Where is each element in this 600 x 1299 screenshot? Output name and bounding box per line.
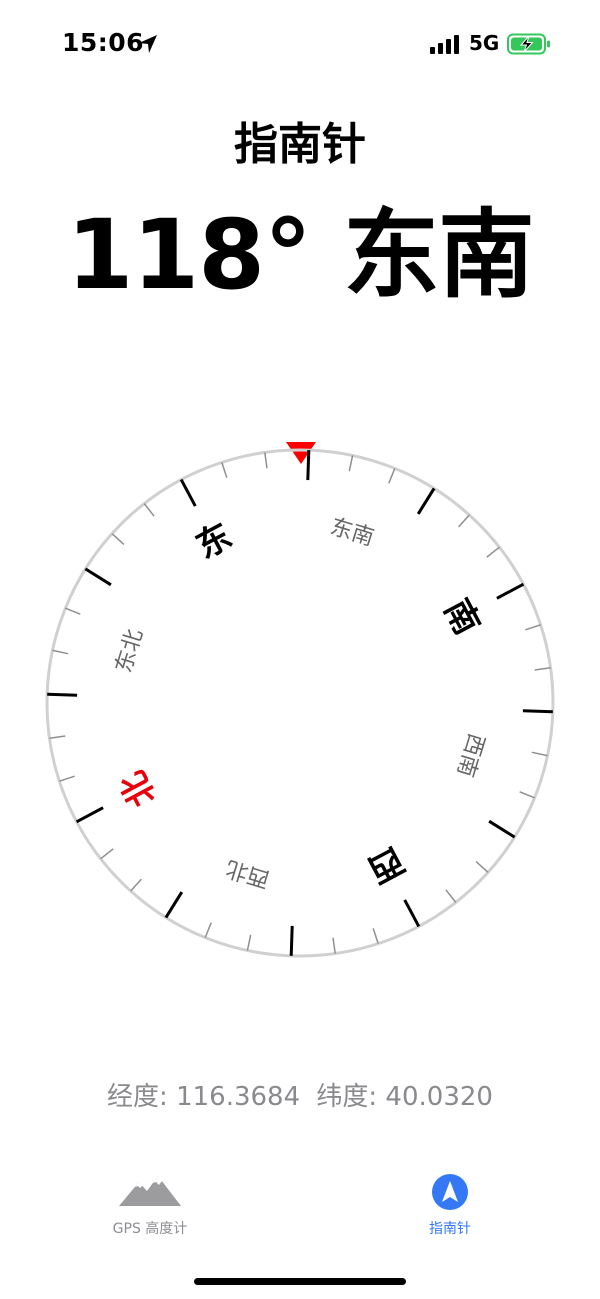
minor-tick <box>525 624 541 631</box>
tab-gps-altimeter[interactable]: GPS 高度计 <box>70 1170 230 1238</box>
latitude-readout: 纬度: 40.0320 <box>316 1082 493 1112</box>
minor-tick <box>519 791 535 799</box>
minor-tick <box>246 934 252 951</box>
minor-tick <box>388 468 396 484</box>
label-northeast: 东北 <box>111 626 148 675</box>
compass-ring <box>45 448 555 958</box>
major-tick <box>164 891 184 919</box>
coordinates-readout: 经度: 116.3684 纬度: 40.0320 <box>0 1076 600 1113</box>
status-bar: 15:06 5G <box>0 0 600 90</box>
tab-bar: GPS 高度计 指南针 <box>0 1170 600 1270</box>
major-tick <box>84 567 112 587</box>
heading-pointer <box>286 442 316 464</box>
status-time: 15:06 <box>62 28 145 57</box>
minor-tick <box>221 462 228 478</box>
minor-tick <box>143 503 155 517</box>
home-indicator <box>194 1278 406 1285</box>
minor-tick <box>332 937 336 954</box>
compass-ticks <box>47 450 553 956</box>
major-tick <box>289 925 294 956</box>
major-tick <box>403 899 421 928</box>
minor-tick <box>100 848 114 860</box>
minor-tick <box>348 455 354 472</box>
battery-charging-icon <box>507 33 550 55</box>
major-tick <box>75 806 104 824</box>
location-arrow-icon <box>139 35 157 53</box>
major-tick <box>416 487 436 515</box>
major-tick <box>488 819 516 839</box>
minor-tick <box>372 928 379 944</box>
minor-tick <box>531 751 548 757</box>
label-south: 南 <box>436 593 487 642</box>
label-northwest: 西北 <box>223 855 272 892</box>
minor-tick <box>204 922 212 938</box>
label-west: 西 <box>362 839 411 890</box>
minor-tick <box>445 889 457 903</box>
tab-compass-label: 指南针 <box>429 1221 471 1237</box>
major-tick <box>306 450 311 481</box>
compass-arrow-icon <box>432 1174 468 1210</box>
tab-compass[interactable]: 指南针 <box>370 1170 530 1238</box>
major-tick <box>179 478 197 507</box>
label-southwest: 西南 <box>452 730 489 779</box>
compass-labels: 北 东北 东 东南 南 西南 西 西北 <box>111 514 488 891</box>
tab-gps-label: GPS 高度计 <box>112 1221 188 1237</box>
minor-tick <box>130 878 142 892</box>
label-east: 东 <box>190 516 239 567</box>
minor-tick <box>458 514 470 528</box>
page-title: 指南针 <box>234 119 366 170</box>
minor-tick <box>486 546 500 558</box>
major-tick <box>47 692 78 697</box>
minor-tick <box>534 667 551 671</box>
minor-tick <box>111 533 125 545</box>
label-north: 北 <box>113 765 164 814</box>
major-tick <box>522 709 553 714</box>
minor-tick <box>475 861 489 873</box>
minor-tick <box>65 607 81 615</box>
minor-tick <box>59 775 75 782</box>
minor-tick <box>49 735 66 739</box>
compass-dial[interactable]: 北 东北 东 东南 南 西南 西 西北 <box>30 430 570 980</box>
minor-tick <box>264 452 268 469</box>
signal-bars-icon <box>430 35 459 54</box>
minor-tick <box>52 649 69 655</box>
label-southeast: 东南 <box>327 514 376 551</box>
heading-readout: 118° 东南 <box>66 199 535 311</box>
mountain-icon <box>119 1176 181 1206</box>
longitude-readout: 经度: 116.3684 <box>107 1082 301 1112</box>
network-type: 5G <box>469 31 500 55</box>
major-tick <box>496 582 525 600</box>
